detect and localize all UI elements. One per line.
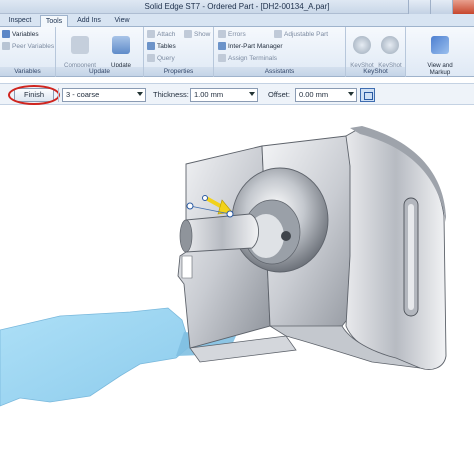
attach-icon	[147, 30, 155, 38]
boss-hole	[281, 231, 291, 241]
query-label: Query	[157, 54, 175, 62]
inter-part-manager-icon	[218, 42, 226, 50]
tables-button[interactable]: Tables	[147, 41, 176, 51]
inter-part-manager-button[interactable]: Inter-Part Manager	[218, 41, 283, 51]
keyshot-group-label: KeyShot	[346, 67, 405, 76]
update-group: Component Tracker Update Active Level Up…	[56, 27, 144, 77]
handle-point	[186, 202, 194, 210]
peer-variables-icon	[2, 42, 10, 50]
show-icon	[184, 30, 192, 38]
thickness-value: 1.00 mm	[194, 90, 224, 99]
flange-notch	[181, 255, 193, 279]
variables-group: Variables Peer Variables Variables	[0, 27, 56, 77]
view-markup-icon	[431, 36, 449, 54]
ribbon: Variables Peer Variables Variables Compo…	[0, 27, 474, 77]
variables-icon	[2, 30, 10, 38]
tab-tools[interactable]: Tools	[40, 15, 68, 27]
adjustable-part-icon	[274, 30, 282, 38]
inter-part-manager-label: Inter-Part Manager	[228, 42, 283, 50]
thickness-input[interactable]: 1.00 mm	[190, 88, 258, 102]
show-button[interactable]: Show	[184, 29, 210, 39]
options-button[interactable]	[360, 88, 375, 102]
window-controls	[408, 0, 474, 14]
tables-label: Tables	[157, 42, 176, 50]
adjustable-part-button[interactable]: Adjustable Part	[274, 29, 328, 39]
right-wall	[345, 127, 447, 370]
assign-terminals-button[interactable]: Assign Terminals	[218, 53, 277, 63]
separator	[58, 88, 59, 102]
minimize-button[interactable]	[408, 0, 430, 14]
tube	[185, 213, 259, 253]
errors-button[interactable]: Errors	[218, 29, 246, 39]
surface-body	[0, 307, 191, 407]
ribbon-tabs: Inspect Tools Add Ins View	[0, 14, 474, 27]
adjustable-part-label: Adjustable Part	[284, 30, 329, 38]
variables-group-label: Variables	[0, 67, 55, 76]
graphics-viewport[interactable]	[0, 106, 474, 474]
mesh-option-select[interactable]: 3 - coarse	[62, 88, 146, 102]
offset-input[interactable]: 0.00 mm	[295, 88, 357, 102]
mesh-option-value: 3 - coarse	[66, 90, 100, 99]
chevron-down-icon	[249, 92, 255, 96]
offset-label: Offset:	[268, 90, 290, 99]
errors-icon	[218, 30, 226, 38]
update-group-label: Update	[56, 67, 143, 76]
assign-terminals-icon	[218, 54, 226, 62]
offset-value: 0.00 mm	[299, 90, 329, 99]
assistants-group: Errors Adjustable Part Inter-Part Manage…	[214, 27, 346, 77]
tab-add-ins[interactable]: Add Ins	[72, 15, 106, 27]
assign-terminals-label: Assign Terminals	[228, 54, 278, 62]
view-and-markup-label: View and Markup	[427, 62, 453, 76]
window-title: Solid Edge ST7 - Ordered Part - [DH2-001…	[144, 2, 330, 11]
assistants-group-label: Assistants	[214, 67, 345, 76]
chevron-down-icon	[137, 92, 143, 96]
keyshot-group: KeyShot Render KeyShot Update KeyShot	[346, 27, 406, 77]
attach-button[interactable]: Attach	[147, 29, 175, 39]
close-button[interactable]	[452, 0, 474, 14]
query-button[interactable]: Query	[147, 53, 175, 63]
properties-group: Attach Show Tables Query Properties	[144, 27, 214, 77]
tab-inspect[interactable]: Inspect	[2, 15, 38, 27]
title-bar: Solid Edge ST7 - Ordered Part - [DH2-001…	[0, 0, 474, 14]
peer-variables-label: Peer Variables	[12, 42, 55, 50]
errors-label: Errors	[228, 30, 246, 38]
variables-button[interactable]: Variables	[2, 29, 39, 39]
tab-view[interactable]: View	[108, 15, 136, 27]
part-model	[0, 126, 447, 407]
show-label: Show	[194, 30, 211, 38]
update-icon	[112, 36, 130, 54]
maximize-button[interactable]	[430, 0, 452, 14]
variables-label: Variables	[12, 30, 39, 38]
highlight-ring	[8, 85, 60, 105]
query-icon	[147, 54, 155, 62]
view-and-markup-button[interactable]: View and Markup	[418, 29, 462, 76]
keyshot-update-icon	[381, 36, 399, 54]
tables-icon	[147, 42, 155, 50]
thickness-label: Thickness:	[153, 90, 189, 99]
peer-variables-button[interactable]: Peer Variables	[2, 41, 54, 51]
command-bar: Finish 3 - coarse Thickness: 1.00 mm Off…	[0, 83, 474, 105]
component-tracker-icon	[71, 36, 89, 54]
properties-group-label: Properties	[144, 67, 213, 76]
attach-label: Attach	[157, 30, 176, 38]
chevron-down-icon	[348, 92, 354, 96]
view-markup-group: View and Markup	[416, 27, 464, 77]
keyshot-render-icon	[353, 36, 371, 54]
